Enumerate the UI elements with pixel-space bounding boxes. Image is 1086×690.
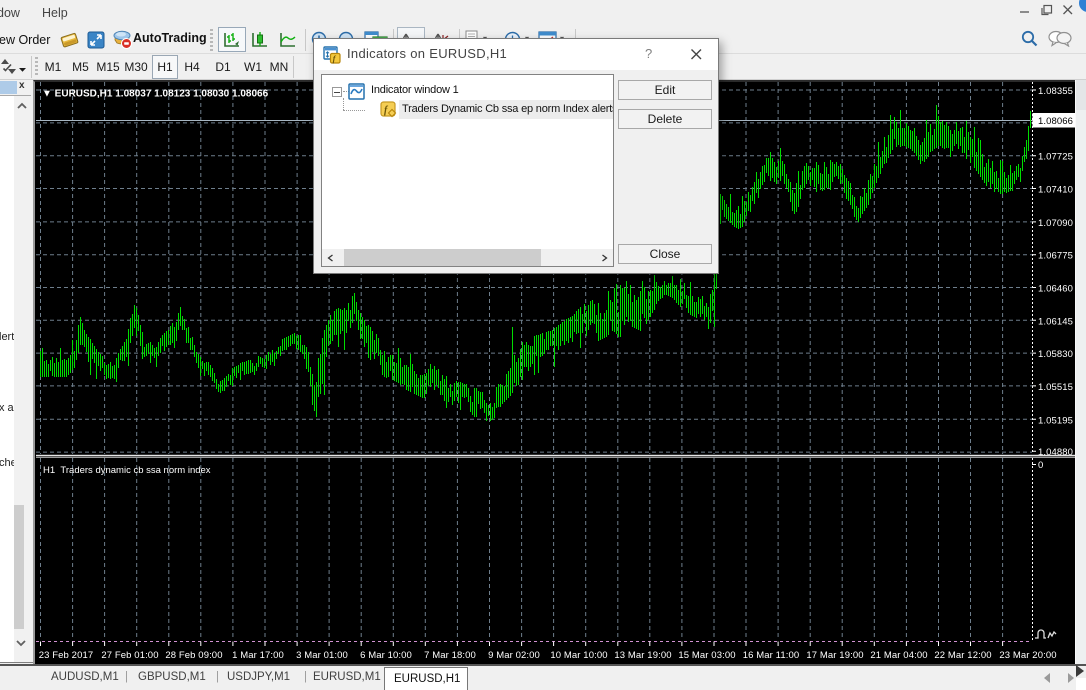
svg-text:0: 0 bbox=[1038, 460, 1043, 471]
svg-text:1.06775: 1.06775 bbox=[1038, 251, 1073, 262]
svg-text:1.06460: 1.06460 bbox=[1038, 284, 1073, 295]
svg-text:15 Mar 03:00: 15 Mar 03:00 bbox=[678, 650, 735, 661]
svg-text:17 Mar 19:00: 17 Mar 19:00 bbox=[806, 650, 863, 661]
svg-text:▼ EURUSD,H1 1.08037 1.08123 1: ▼ EURUSD,H1 1.08037 1.08123 1.08030 1.08… bbox=[42, 89, 269, 100]
svg-text:1.06145: 1.06145 bbox=[1038, 316, 1073, 327]
svg-text:1.08355: 1.08355 bbox=[1038, 86, 1073, 97]
svg-text:7 Mar 18:00: 7 Mar 18:00 bbox=[424, 650, 476, 661]
svg-text:6 Mar 10:00: 6 Mar 10:00 bbox=[360, 650, 412, 661]
svg-text:1.07725: 1.07725 bbox=[1038, 152, 1073, 163]
svg-text:1 Mar 17:00: 1 Mar 17:00 bbox=[232, 650, 284, 661]
svg-text:1.07090: 1.07090 bbox=[1038, 218, 1073, 229]
svg-text:13 Mar 19:00: 13 Mar 19:00 bbox=[614, 650, 671, 661]
svg-text:1.05515: 1.05515 bbox=[1038, 382, 1073, 393]
svg-text:1.08066: 1.08066 bbox=[1038, 116, 1073, 127]
svg-text:28 Feb 09:00: 28 Feb 09:00 bbox=[165, 650, 222, 661]
svg-text:1.04880: 1.04880 bbox=[1038, 447, 1073, 458]
svg-text:23 Mar 20:00: 23 Mar 20:00 bbox=[999, 650, 1056, 661]
svg-text:27 Feb 01:00: 27 Feb 01:00 bbox=[101, 650, 158, 661]
svg-text:10 Mar 10:00: 10 Mar 10:00 bbox=[550, 650, 607, 661]
svg-text:22 Mar 12:00: 22 Mar 12:00 bbox=[934, 650, 991, 661]
svg-text:16 Mar 11:00: 16 Mar 11:00 bbox=[743, 650, 799, 661]
svg-text:9 Mar 02:00: 9 Mar 02:00 bbox=[488, 650, 540, 661]
svg-text:23 Feb 2017: 23 Feb 2017 bbox=[39, 650, 93, 661]
svg-text:1.05830: 1.05830 bbox=[1038, 349, 1073, 360]
svg-text:1.07410: 1.07410 bbox=[1038, 185, 1073, 196]
svg-text:3 Mar 01:00: 3 Mar 01:00 bbox=[296, 650, 348, 661]
svg-text:H1 Traders dynamic cb ssa nor: H1 Traders dynamic cb ssa norm index bbox=[43, 465, 211, 476]
svg-text:1.05195: 1.05195 bbox=[1038, 415, 1073, 426]
svg-text:21 Mar 04:00: 21 Mar 04:00 bbox=[870, 650, 927, 661]
